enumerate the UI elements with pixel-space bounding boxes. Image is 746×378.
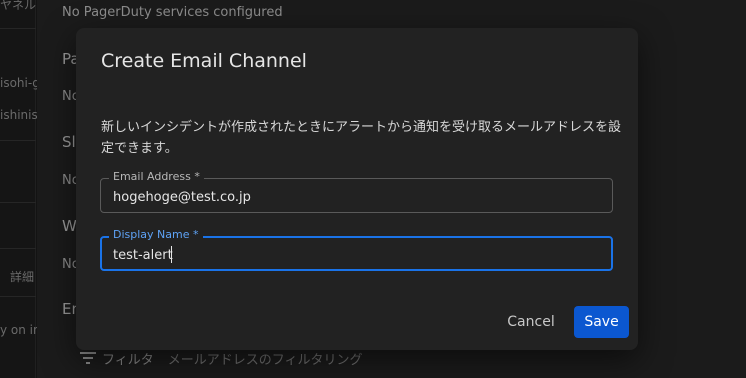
filter-placeholder[interactable]: メールアドレスのフィルタリング	[168, 349, 363, 368]
dialog-description: 新しいインシデントが作成されたときにアラートから通知を受け取るメールアドレスを設…	[101, 120, 622, 156]
cancel-button[interactable]: Cancel	[500, 306, 562, 338]
display-name-label: Display Name *	[109, 228, 203, 241]
email-address-input[interactable]	[113, 187, 593, 207]
row-divider	[0, 140, 36, 141]
filter-bar[interactable]: フィルタ メールアドレスのフィルタリング	[80, 348, 363, 368]
left-column: ヤネル isohi-g ishinishi-t 詳細 y on inc	[0, 0, 40, 378]
row-divider	[0, 28, 36, 29]
left-fragment: 詳細	[10, 270, 35, 284]
display-name-field[interactable]: Display Name *	[100, 228, 613, 271]
filter-label[interactable]: フィルタ	[102, 349, 154, 368]
left-fragment: ヤネル	[0, 0, 37, 12]
app-screen: ヤネル isohi-g ishinishi-t 詳細 y on inc No P…	[0, 0, 746, 378]
text-caret	[171, 246, 172, 263]
row-divider	[0, 296, 36, 297]
left-fragment: y on inc	[0, 323, 40, 337]
left-fragment: isohi-g	[0, 76, 40, 90]
email-address-field[interactable]: Email Address *	[100, 170, 613, 213]
row-divider	[0, 202, 36, 203]
row-divider	[0, 248, 36, 249]
create-email-channel-dialog: Create Email Channel 新しいインシデントが作成されたときにア…	[76, 28, 638, 350]
filter-list-icon[interactable]	[80, 352, 96, 364]
no-pagerduty-text: No PagerDuty services configured	[62, 5, 283, 20]
email-address-label: Email Address *	[109, 170, 204, 183]
save-button[interactable]: Save	[574, 306, 629, 338]
dialog-title: Create Email Channel	[101, 50, 307, 72]
display-name-input[interactable]	[113, 245, 593, 265]
left-fragment: ishinishi-t	[0, 108, 40, 122]
